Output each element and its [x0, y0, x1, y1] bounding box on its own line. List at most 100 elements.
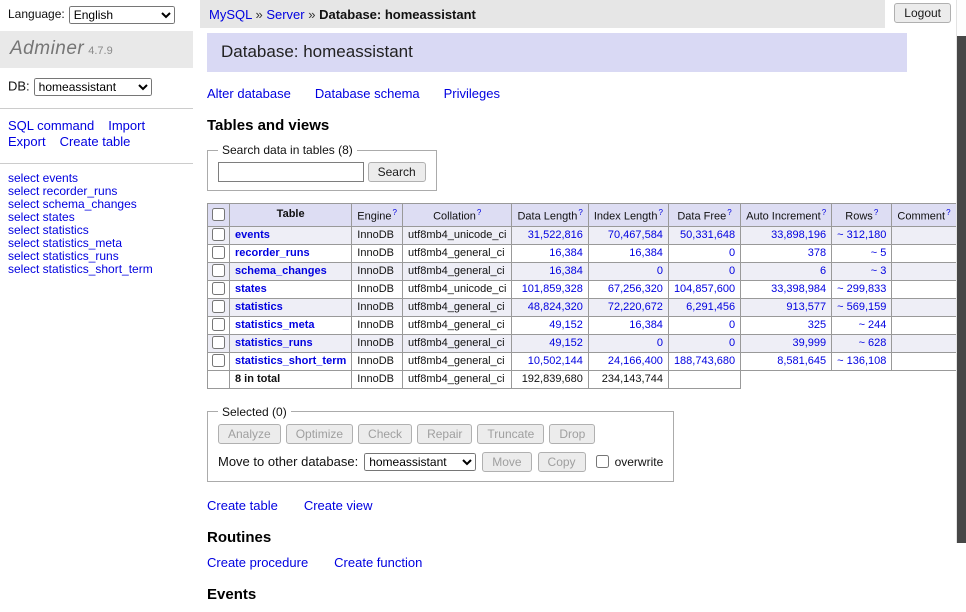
scrollbar-thumb[interactable] [957, 36, 966, 543]
repair-button[interactable]: Repair [417, 424, 472, 444]
table-name-link[interactable]: statistics [235, 301, 283, 313]
move-button[interactable]: Move [482, 452, 531, 472]
table-name-link[interactable]: states [235, 283, 267, 295]
index-length-link[interactable]: 16,384 [629, 247, 663, 259]
select-all-checkbox[interactable] [212, 208, 225, 221]
column-help-link[interactable]: ? [874, 208, 878, 217]
data-free-link[interactable]: 50,331,648 [680, 229, 735, 241]
auto-increment-link[interactable]: 33,898,196 [771, 229, 826, 241]
copy-button[interactable]: Copy [538, 452, 586, 472]
sidebar-table-link[interactable]: select statistics_runs [8, 249, 119, 263]
breadcrumb-link-server[interactable]: Server [266, 7, 304, 22]
move-db-select[interactable]: homeassistant [364, 453, 476, 471]
auto-increment-link[interactable]: 325 [808, 319, 826, 331]
table-name-link[interactable]: events [235, 229, 270, 241]
data-free-link[interactable]: 0 [729, 265, 735, 277]
rows-link[interactable]: ~ 569,159 [837, 301, 886, 313]
index-length-link[interactable]: 67,256,320 [608, 283, 663, 295]
index-length-link[interactable]: 0 [657, 265, 663, 277]
index-length-link[interactable]: 72,220,672 [608, 301, 663, 313]
drop-button[interactable]: Drop [549, 424, 595, 444]
rows-link[interactable]: ~ 3 [871, 265, 887, 277]
data-free-link[interactable]: 0 [729, 247, 735, 259]
index-length-link[interactable]: 0 [657, 337, 663, 349]
auto-increment-link[interactable]: 378 [808, 247, 826, 259]
sidebar-table-link[interactable]: select schema_changes [8, 197, 137, 211]
auto-increment-link[interactable]: 8,581,645 [777, 355, 826, 367]
index-length-link[interactable]: 70,467,584 [608, 229, 663, 241]
sidebar-table-link[interactable]: select events [8, 171, 78, 185]
analyze-button[interactable]: Analyze [218, 424, 281, 444]
rows-link[interactable]: ~ 136,108 [837, 355, 886, 367]
data-free-link[interactable]: 0 [729, 319, 735, 331]
overwrite-checkbox[interactable] [596, 455, 609, 468]
column-help-link[interactable]: ? [822, 208, 826, 217]
sidebar-action-export[interactable]: Export [8, 134, 46, 149]
rows-link[interactable]: ~ 299,833 [837, 283, 886, 295]
data-free-link[interactable]: 0 [729, 337, 735, 349]
column-help-link[interactable]: ? [946, 208, 950, 217]
sidebar-table-link[interactable]: select statistics_short_term [8, 262, 153, 276]
auto-increment-link[interactable]: 39,999 [793, 337, 827, 349]
row-checkbox[interactable] [212, 300, 225, 313]
check-button[interactable]: Check [358, 424, 412, 444]
alter-database-link[interactable]: Alter database [207, 86, 291, 101]
auto-increment-link[interactable]: 33,398,984 [771, 283, 826, 295]
sidebar-action-sql-command[interactable]: SQL command [8, 118, 94, 133]
search-input[interactable] [218, 162, 364, 182]
optimize-button[interactable]: Optimize [286, 424, 353, 444]
logout-button[interactable]: Logout [894, 3, 951, 23]
db-select[interactable]: homeassistant [34, 78, 152, 96]
column-help-link[interactable]: ? [393, 208, 397, 217]
sidebar-table-link[interactable]: select states [8, 210, 75, 224]
data-free-link[interactable]: 6,291,456 [686, 301, 735, 313]
table-name-link[interactable]: statistics_short_term [235, 355, 346, 367]
data-length-link[interactable]: 31,522,816 [528, 229, 583, 241]
create-view-link[interactable]: Create view [304, 498, 373, 513]
data-free-link[interactable]: 188,743,680 [674, 355, 735, 367]
index-length-link[interactable]: 16,384 [629, 319, 663, 331]
truncate-button[interactable]: Truncate [477, 424, 544, 444]
privileges-link[interactable]: Privileges [444, 86, 500, 101]
data-length-link[interactable]: 101,859,328 [522, 283, 583, 295]
row-checkbox[interactable] [212, 336, 225, 349]
create-function-link[interactable]: Create function [334, 555, 422, 570]
create-table-link[interactable]: Create table [207, 498, 278, 513]
column-help-link[interactable]: ? [477, 208, 481, 217]
row-checkbox[interactable] [212, 228, 225, 241]
column-help-link[interactable]: ? [578, 208, 582, 217]
table-name-link[interactable]: statistics_meta [235, 319, 315, 331]
rows-link[interactable]: ~ 244 [859, 319, 887, 331]
sidebar-action-import[interactable]: Import [108, 118, 145, 133]
data-free-link[interactable]: 104,857,600 [674, 283, 735, 295]
row-checkbox[interactable] [212, 246, 225, 259]
rows-link[interactable]: ~ 5 [871, 247, 887, 259]
search-button[interactable]: Search [368, 162, 426, 182]
scrollbar[interactable] [956, 0, 966, 543]
sidebar-action-create-table[interactable]: Create table [60, 134, 131, 149]
data-length-link[interactable]: 48,824,320 [528, 301, 583, 313]
row-checkbox[interactable] [212, 282, 225, 295]
sidebar-table-link[interactable]: select statistics_meta [8, 236, 122, 250]
table-name-link[interactable]: schema_changes [235, 265, 327, 277]
auto-increment-link[interactable]: 913,577 [786, 301, 826, 313]
data-length-link[interactable]: 10,502,144 [528, 355, 583, 367]
language-select[interactable]: English [69, 6, 175, 24]
auto-increment-link[interactable]: 6 [820, 265, 826, 277]
row-checkbox[interactable] [212, 354, 225, 367]
index-length-link[interactable]: 24,166,400 [608, 355, 663, 367]
data-length-link[interactable]: 16,384 [549, 247, 583, 259]
table-name-link[interactable]: recorder_runs [235, 247, 310, 259]
column-help-link[interactable]: ? [658, 208, 662, 217]
rows-link[interactable]: ~ 628 [859, 337, 887, 349]
row-checkbox[interactable] [212, 318, 225, 331]
rows-link[interactable]: ~ 312,180 [837, 229, 886, 241]
app-logo[interactable]: Adminer [10, 38, 84, 59]
database-schema-link[interactable]: Database schema [315, 86, 420, 101]
create-procedure-link[interactable]: Create procedure [207, 555, 308, 570]
data-length-link[interactable]: 49,152 [549, 337, 583, 349]
column-help-link[interactable]: ? [727, 208, 731, 217]
sidebar-table-link[interactable]: select statistics [8, 223, 89, 237]
breadcrumb-link-mysql[interactable]: MySQL [209, 7, 252, 22]
table-name-link[interactable]: statistics_runs [235, 337, 313, 349]
